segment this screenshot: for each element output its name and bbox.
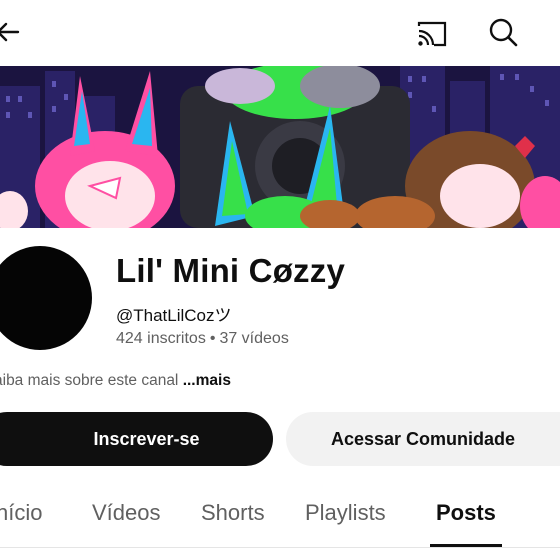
tab-videos[interactable]: Vídeos (92, 500, 161, 526)
channel-handle: @ThatLilCozツ (116, 306, 232, 325)
tab-playlists[interactable]: Playlists (305, 500, 386, 526)
video-count: 37 vídeos (219, 330, 289, 347)
tab-posts[interactable]: Posts (436, 500, 496, 526)
tab-shorts[interactable]: Shorts (201, 500, 265, 526)
active-tab-indicator (430, 544, 502, 547)
top-app-bar (0, 0, 560, 66)
channel-avatar[interactable] (0, 246, 92, 350)
subscriber-count: 424 inscritos (116, 330, 206, 347)
back-arrow-icon[interactable] (0, 14, 28, 50)
channel-stats: 424 inscritos • 37 vídeos (116, 330, 289, 348)
stats-separator: • (209, 330, 216, 347)
channel-about-link[interactable]: aiba mais sobre este canal ...mais (0, 372, 231, 390)
community-button[interactable]: Acessar Comunidade (286, 412, 560, 466)
tab-home[interactable]: nício (0, 500, 42, 526)
search-icon[interactable] (484, 13, 522, 51)
about-more-link[interactable]: ...mais (183, 372, 231, 389)
about-text: aiba mais sobre este canal (0, 372, 183, 389)
channel-banner (0, 66, 560, 228)
cast-icon[interactable] (412, 14, 450, 52)
channel-name: Lil' Mini Cøzzy (116, 252, 346, 289)
channel-tabs: nício Vídeos Shorts Playlists Posts (0, 490, 560, 548)
subscribe-button[interactable]: Inscrever-se (0, 412, 273, 466)
